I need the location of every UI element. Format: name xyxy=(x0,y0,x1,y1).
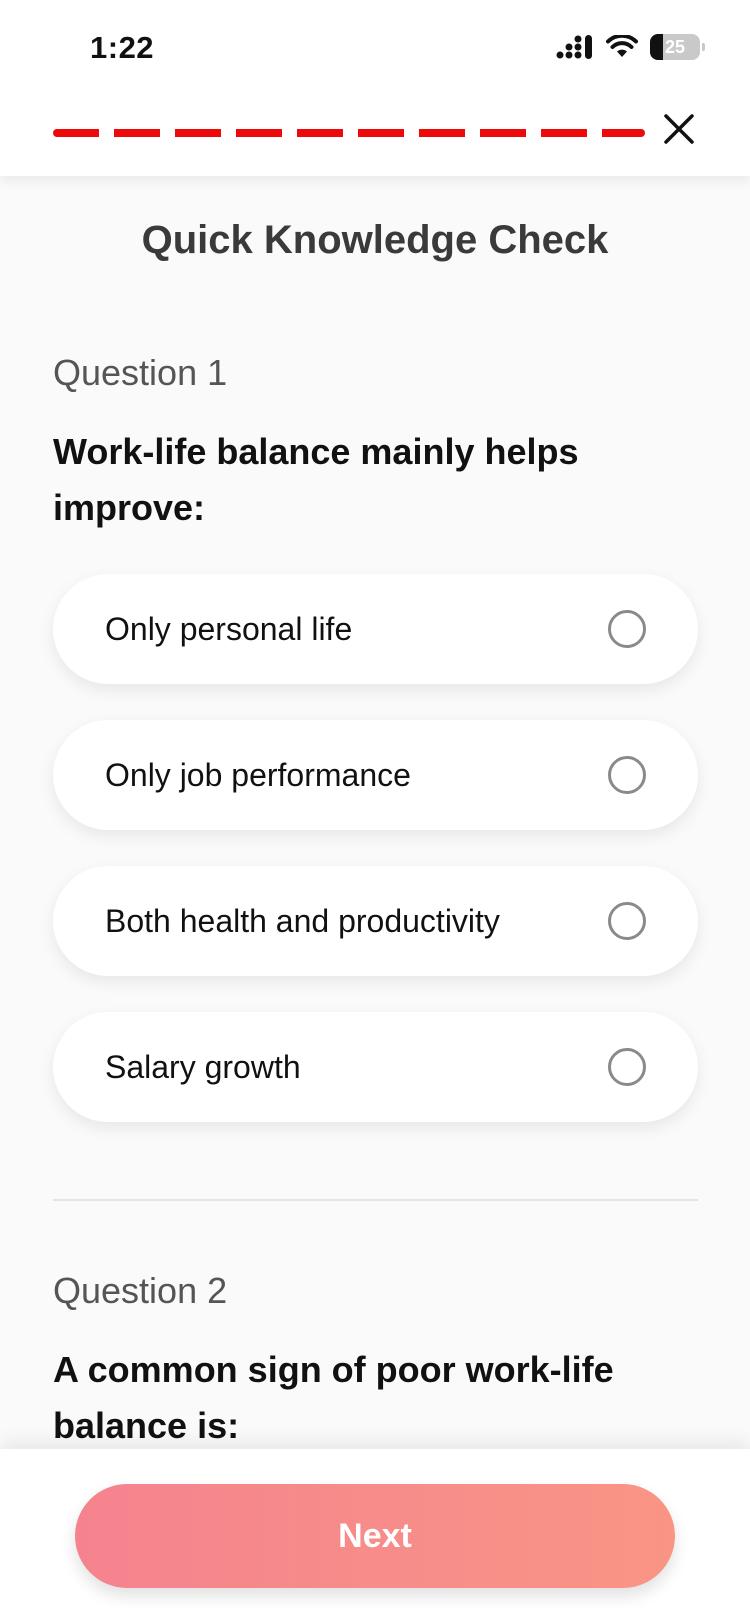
radio-button-icon[interactable] xyxy=(608,756,646,794)
question-divider xyxy=(53,1199,698,1201)
radio-button-icon[interactable] xyxy=(608,902,646,940)
battery-level: 25 xyxy=(664,36,686,57)
option-both-health-and-productivity[interactable]: Both health and productivity xyxy=(53,866,698,976)
radio-button-icon[interactable] xyxy=(608,1048,646,1086)
status-bar: 1:22 25 xyxy=(0,0,750,96)
close-button[interactable] xyxy=(658,108,700,150)
page-title: Quick Knowledge Check xyxy=(141,218,609,262)
close-icon xyxy=(664,114,694,144)
battery-icon: 25 xyxy=(650,34,705,60)
option-only-personal-life[interactable]: Only personal life xyxy=(53,574,698,684)
wifi-icon xyxy=(606,35,638,57)
option-label: Only job performance xyxy=(105,756,411,793)
option-label: Both health and productivity xyxy=(105,902,500,939)
cellular-signal-icon xyxy=(556,35,592,59)
option-label: Only personal life xyxy=(105,610,353,647)
question-2-label: Question 2 xyxy=(53,1270,228,1311)
option-only-job-performance[interactable]: Only job performance xyxy=(53,720,698,830)
option-salary-growth[interactable]: Salary growth xyxy=(53,1012,698,1122)
status-icons: 25 xyxy=(556,34,705,60)
radio-button-icon[interactable] xyxy=(608,610,646,648)
quiz-progress-indicator xyxy=(53,129,645,137)
question-2-text: A common sign of poor work-life balance … xyxy=(53,1349,614,1446)
next-button[interactable]: Next xyxy=(75,1484,675,1588)
status-time: 1:22 xyxy=(90,30,155,65)
question-1-text: Work-life balance mainly helps improve: xyxy=(53,431,579,528)
question-1-label: Question 1 xyxy=(53,352,228,393)
option-label: Salary growth xyxy=(105,1048,301,1085)
